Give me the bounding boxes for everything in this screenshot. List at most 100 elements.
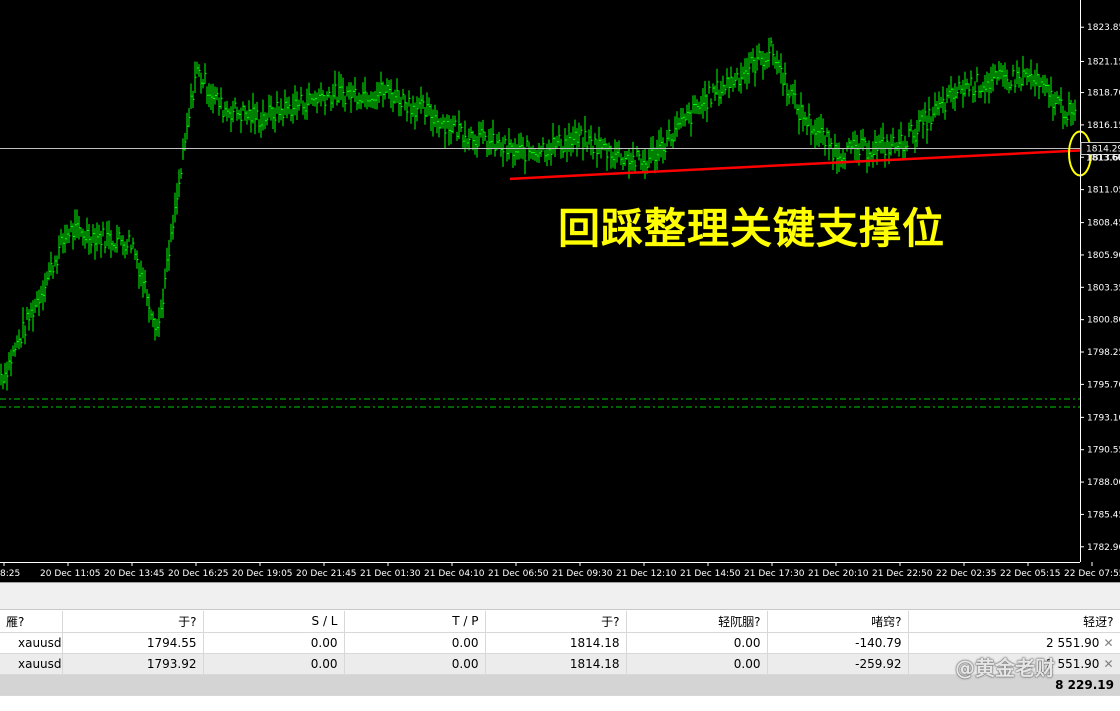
price-bar — [622, 156, 625, 170]
price-bar — [250, 109, 253, 133]
column-header[interactable]: 轻迓? — [908, 611, 1120, 633]
close-icon[interactable]: ✕ — [1103, 657, 1113, 671]
time-tick-label: 21 Dec 04:10 — [424, 569, 485, 579]
price-bar — [878, 134, 881, 150]
price-bar — [444, 117, 447, 149]
price-bar — [162, 288, 165, 319]
price-bar — [498, 132, 501, 149]
price-bar — [230, 106, 233, 133]
time-tick-label: 21 Dec 22:50 — [872, 569, 933, 579]
price-bar — [834, 133, 837, 158]
price-bar — [928, 96, 931, 123]
price-bar — [722, 75, 725, 96]
price-bar — [846, 142, 849, 152]
price-bar — [28, 309, 31, 331]
price-bar — [16, 335, 19, 348]
support-annotation: 回踩整理关键支撑位 — [558, 204, 946, 253]
price-bar — [886, 134, 889, 149]
price-bar — [590, 125, 593, 156]
price-bar — [854, 130, 857, 161]
chart-axes — [0, 0, 1081, 563]
price-chart[interactable]: 1823.85 1821.15 1818.70 1816.15 1813.60 1811.… — [0, 0, 1120, 582]
price-bar — [500, 142, 503, 157]
price-bar — [164, 268, 167, 289]
price-bar — [536, 149, 539, 163]
price-bar — [282, 108, 285, 127]
price-bar — [526, 135, 529, 147]
price-bar — [1020, 78, 1023, 92]
price-bar — [2, 374, 5, 390]
price-bar — [852, 131, 855, 150]
price-bar — [52, 264, 55, 279]
price-bar — [312, 93, 315, 106]
price-bar — [988, 73, 991, 104]
price-bar — [426, 92, 429, 118]
price-bar — [342, 77, 345, 108]
chart-canvas[interactable]: 1823.85 1821.15 1818.70 1816.15 1813.60 1811.… — [0, 0, 1120, 582]
price-bar — [114, 243, 117, 253]
price-bar — [1010, 80, 1013, 91]
price-bar — [386, 78, 389, 93]
stop-loss-levels — [0, 398, 1080, 408]
price-bar — [428, 97, 431, 116]
price-bar — [264, 112, 267, 130]
price-bar — [1072, 102, 1075, 125]
price-bar — [82, 228, 85, 246]
price-bar — [336, 96, 339, 106]
price-bar — [898, 129, 901, 157]
price-bar — [562, 146, 565, 158]
price-bar — [914, 128, 917, 154]
price-bar — [176, 183, 179, 215]
price-bar — [816, 117, 819, 146]
price-bar — [104, 240, 107, 254]
price-bar — [716, 68, 719, 95]
price-bar — [1016, 60, 1019, 85]
price-tick-label: 1795.70 — [1087, 380, 1120, 390]
column-header[interactable]: 于? — [485, 611, 627, 633]
price-bar — [214, 86, 217, 105]
price-bar — [766, 52, 769, 69]
price-bar — [302, 100, 305, 115]
price-bar — [516, 144, 519, 160]
price-bar — [664, 143, 667, 160]
price-bar — [422, 94, 425, 110]
time-axis: 8:25 20 Dec 11:05 20 Dec 13:45 20 Dec 16:25… — [0, 562, 1120, 579]
price-bar — [912, 130, 915, 144]
price-bar — [1064, 110, 1067, 125]
price-bar — [4, 362, 7, 384]
close-icon[interactable]: ✕ — [1103, 636, 1113, 650]
price-bar — [674, 116, 677, 142]
column-header[interactable]: 于? — [62, 611, 204, 633]
time-tick-label: 21 Dec 14:50 — [680, 569, 741, 579]
price-tick-label: 1782.90 — [1087, 543, 1120, 553]
price-bar — [554, 136, 557, 158]
price-bar — [140, 260, 143, 287]
trade-table: 雁? 于? S / L T / P 于? 轻阢胭? 啫窍? 轻迓? xauusd… — [0, 611, 1120, 696]
price-bar — [1024, 68, 1027, 78]
price-bar — [704, 80, 707, 112]
price-bar — [460, 122, 463, 132]
column-header[interactable]: 雁? — [0, 611, 63, 633]
column-header[interactable]: T / P — [344, 611, 486, 633]
price-bar — [772, 44, 775, 66]
price-bar — [10, 349, 13, 377]
price-bar — [96, 222, 99, 252]
column-header[interactable]: 轻阢胭? — [626, 611, 768, 633]
price-bar — [672, 133, 675, 149]
table-row[interactable]: xauusd 1793.92 0.00 0.00 1814.18 0.00 -2… — [0, 653, 1120, 675]
terminal-splitter[interactable] — [0, 582, 1120, 610]
price-bar — [154, 317, 157, 341]
price-bar — [768, 37, 771, 68]
price-bar — [432, 109, 435, 137]
price-bar — [792, 83, 795, 105]
price-bar — [640, 158, 643, 170]
price-bar — [12, 345, 15, 357]
table-row[interactable]: xauusd 1794.55 0.00 0.00 1814.18 0.00 -1… — [0, 632, 1120, 654]
column-header[interactable]: 啫窍? — [767, 611, 909, 633]
price-bar — [152, 311, 155, 328]
price-bar — [494, 143, 497, 157]
price-bar — [964, 71, 967, 97]
price-bar — [242, 101, 245, 112]
price-bar — [368, 94, 371, 107]
column-header[interactable]: S / L — [203, 611, 345, 633]
